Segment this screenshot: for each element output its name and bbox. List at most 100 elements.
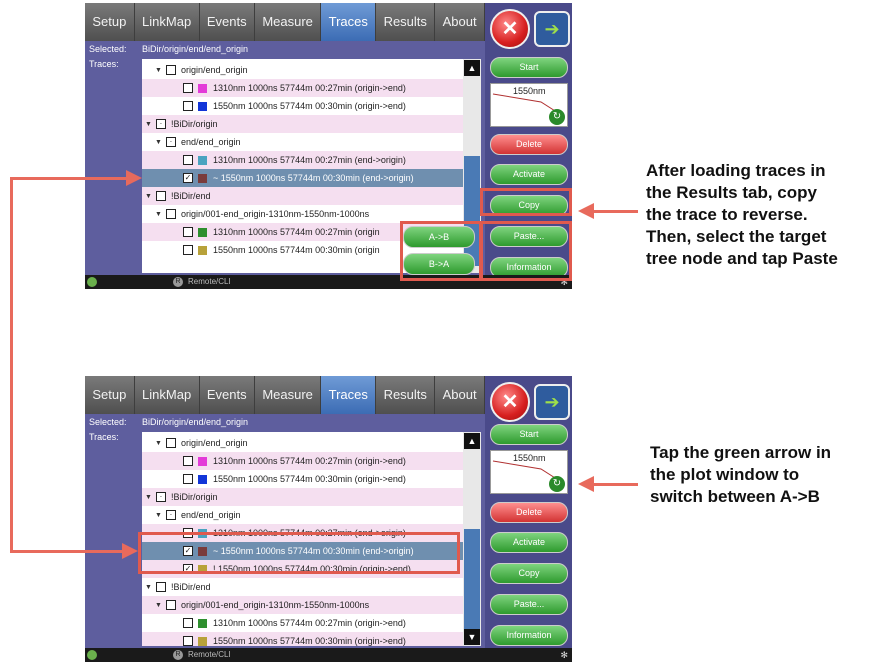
forward-arrow-icon[interactable]: ➔: [534, 11, 570, 47]
trace-row-selected[interactable]: ✓ ~ 1550nm 1000ns 57744m 00:30min (end->o…: [142, 169, 481, 187]
tab-linkmap[interactable]: LinkMap: [134, 3, 200, 41]
tree-node[interactable]: ▼ origin/001-end_origin-1310nm-1550nm-100…: [142, 596, 474, 614]
trace-row[interactable]: 1550nm 1000ns 57744m 00:30min (origin->e…: [142, 97, 481, 115]
checkbox[interactable]: [183, 101, 193, 111]
checkbox[interactable]: [183, 227, 193, 237]
information-button[interactable]: Information: [490, 625, 568, 646]
selected-label: Selected:: [89, 44, 127, 54]
checkbox-partial[interactable]: ·: [166, 510, 176, 520]
checkbox[interactable]: [183, 456, 193, 466]
tab-about[interactable]: About: [435, 3, 485, 41]
toggle-direction-arrow-icon[interactable]: ↻: [549, 109, 565, 125]
tab-traces[interactable]: Traces: [321, 376, 377, 414]
collapse-triangle-icon[interactable]: ▼: [154, 211, 163, 218]
collapse-triangle-icon[interactable]: ▼: [154, 67, 163, 74]
collapse-triangle-icon[interactable]: ▼: [154, 139, 163, 146]
traces-window-bottom: Setup LinkMap Events Measure Traces Resu…: [85, 376, 572, 662]
start-button[interactable]: Start: [490, 57, 568, 78]
close-icon[interactable]: ✕: [490, 9, 530, 49]
traces-label: Traces:: [89, 432, 119, 442]
trace-label: 1310nm 1000ns 57744m 00:27min (origin: [213, 227, 380, 237]
connector-line: [10, 177, 130, 180]
start-button[interactable]: Start: [490, 424, 568, 445]
copy-button[interactable]: Copy: [490, 563, 568, 584]
tree-node-label: end/end_origin: [181, 510, 241, 520]
checkbox[interactable]: [183, 618, 193, 628]
tree-node[interactable]: ▼ origin/end_origin: [142, 434, 474, 452]
collapse-triangle-icon[interactable]: ▼: [154, 602, 163, 609]
tab-results[interactable]: Results: [376, 3, 436, 41]
tab-measure[interactable]: Measure: [254, 376, 322, 414]
annotation-arrowhead-icon: [578, 476, 594, 492]
trace-row[interactable]: 1310nm 1000ns 57744m 00:27min (origin->e…: [142, 452, 481, 470]
tree-node-label: !BiDir/origin: [171, 119, 218, 129]
checkbox-partial[interactable]: ·: [156, 492, 166, 502]
tab-setup[interactable]: Setup: [85, 376, 135, 414]
collapse-triangle-icon[interactable]: ▼: [144, 584, 153, 591]
close-icon[interactable]: ✕: [490, 382, 530, 422]
tab-results[interactable]: Results: [376, 376, 436, 414]
checkbox[interactable]: [166, 65, 176, 75]
power-icon: [87, 650, 97, 660]
trace-label: 1550nm 1000ns 57744m 00:30min (origin: [213, 245, 380, 255]
scroll-up-icon[interactable]: ▲: [464, 60, 480, 76]
tab-setup[interactable]: Setup: [85, 3, 135, 41]
tree-node[interactable]: ▼ !BiDir/end: [142, 187, 464, 205]
trace-color-swatch: [198, 83, 207, 93]
scrollbar-thumb[interactable]: [464, 529, 480, 639]
toggle-direction-arrow-icon[interactable]: ↻: [549, 476, 565, 492]
checkbox[interactable]: [183, 636, 193, 646]
checkbox-partial[interactable]: ·: [156, 119, 166, 129]
trace-row[interactable]: 1310nm 1000ns 57744m 00:27min (origin->e…: [142, 79, 481, 97]
tree-node[interactable]: ▼ · !BiDir/origin: [142, 115, 464, 133]
checkbox[interactable]: [183, 155, 193, 165]
top-annotation-caption: After loading traces in the Results tab,…: [646, 160, 838, 270]
collapse-triangle-icon[interactable]: ▼: [144, 193, 153, 200]
checkbox-checked[interactable]: ✓: [183, 173, 193, 183]
trace-plot-thumbnail[interactable]: 1550nm ↻: [490, 450, 568, 494]
checkbox[interactable]: [183, 474, 193, 484]
tree-node[interactable]: ▼ !BiDir/end: [142, 578, 464, 596]
tab-events[interactable]: Events: [199, 376, 255, 414]
tab-about[interactable]: About: [435, 376, 485, 414]
delete-button[interactable]: Delete: [490, 502, 568, 523]
tree-node[interactable]: ▼ · end/end_origin: [142, 506, 474, 524]
checkbox[interactable]: [166, 209, 176, 219]
tab-linkmap[interactable]: LinkMap: [134, 376, 200, 414]
annotation-arrowhead-icon: [578, 203, 594, 219]
forward-arrow-icon[interactable]: ➔: [534, 384, 570, 420]
trace-row[interactable]: 1550nm 1000ns 57744m 00:30min (origin->e…: [142, 632, 481, 646]
collapse-triangle-icon[interactable]: ▼: [144, 121, 153, 128]
scroll-up-icon[interactable]: ▲: [464, 433, 480, 449]
checkbox[interactable]: [183, 245, 193, 255]
tree-node-label: origin/001-end_origin-1310nm-1550nm-1000…: [181, 209, 370, 219]
trace-row[interactable]: 1310nm 1000ns 57744m 00:27min (origin->e…: [142, 614, 481, 632]
delete-button[interactable]: Delete: [490, 134, 568, 155]
checkbox[interactable]: [166, 438, 176, 448]
tree-node-label: !BiDir/end: [171, 582, 211, 592]
checkbox[interactable]: [166, 600, 176, 610]
activate-button[interactable]: Activate: [490, 532, 568, 553]
checkbox[interactable]: [156, 191, 166, 201]
tree-scrollbar[interactable]: ▲ ▼: [463, 432, 481, 646]
checkbox[interactable]: [156, 582, 166, 592]
activate-button[interactable]: Activate: [490, 164, 568, 185]
trace-row[interactable]: 1310nm 1000ns 57744m 00:27min (end->orig…: [142, 151, 481, 169]
caption-line: switch between A->B: [650, 487, 820, 506]
tab-traces[interactable]: Traces: [321, 3, 377, 41]
scroll-down-icon[interactable]: ▼: [464, 629, 480, 645]
collapse-triangle-icon[interactable]: ▼: [154, 512, 163, 519]
tab-measure[interactable]: Measure: [254, 3, 322, 41]
trace-plot-thumbnail[interactable]: 1550nm ↻: [490, 83, 568, 127]
tab-events[interactable]: Events: [199, 3, 255, 41]
tree-node[interactable]: ▼ · !BiDir/origin: [142, 488, 464, 506]
collapse-triangle-icon[interactable]: ▼: [144, 494, 153, 501]
tree-node[interactable]: ▼ origin/end_origin: [142, 61, 474, 79]
remote-status: Remote/CLI: [188, 650, 231, 659]
checkbox[interactable]: [183, 83, 193, 93]
checkbox-partial[interactable]: ·: [166, 137, 176, 147]
collapse-triangle-icon[interactable]: ▼: [154, 440, 163, 447]
paste-button[interactable]: Paste...: [490, 594, 568, 615]
trace-row[interactable]: 1550nm 1000ns 57744m 00:30min (origin->e…: [142, 470, 481, 488]
tree-node[interactable]: ▼ · end/end_origin: [142, 133, 474, 151]
